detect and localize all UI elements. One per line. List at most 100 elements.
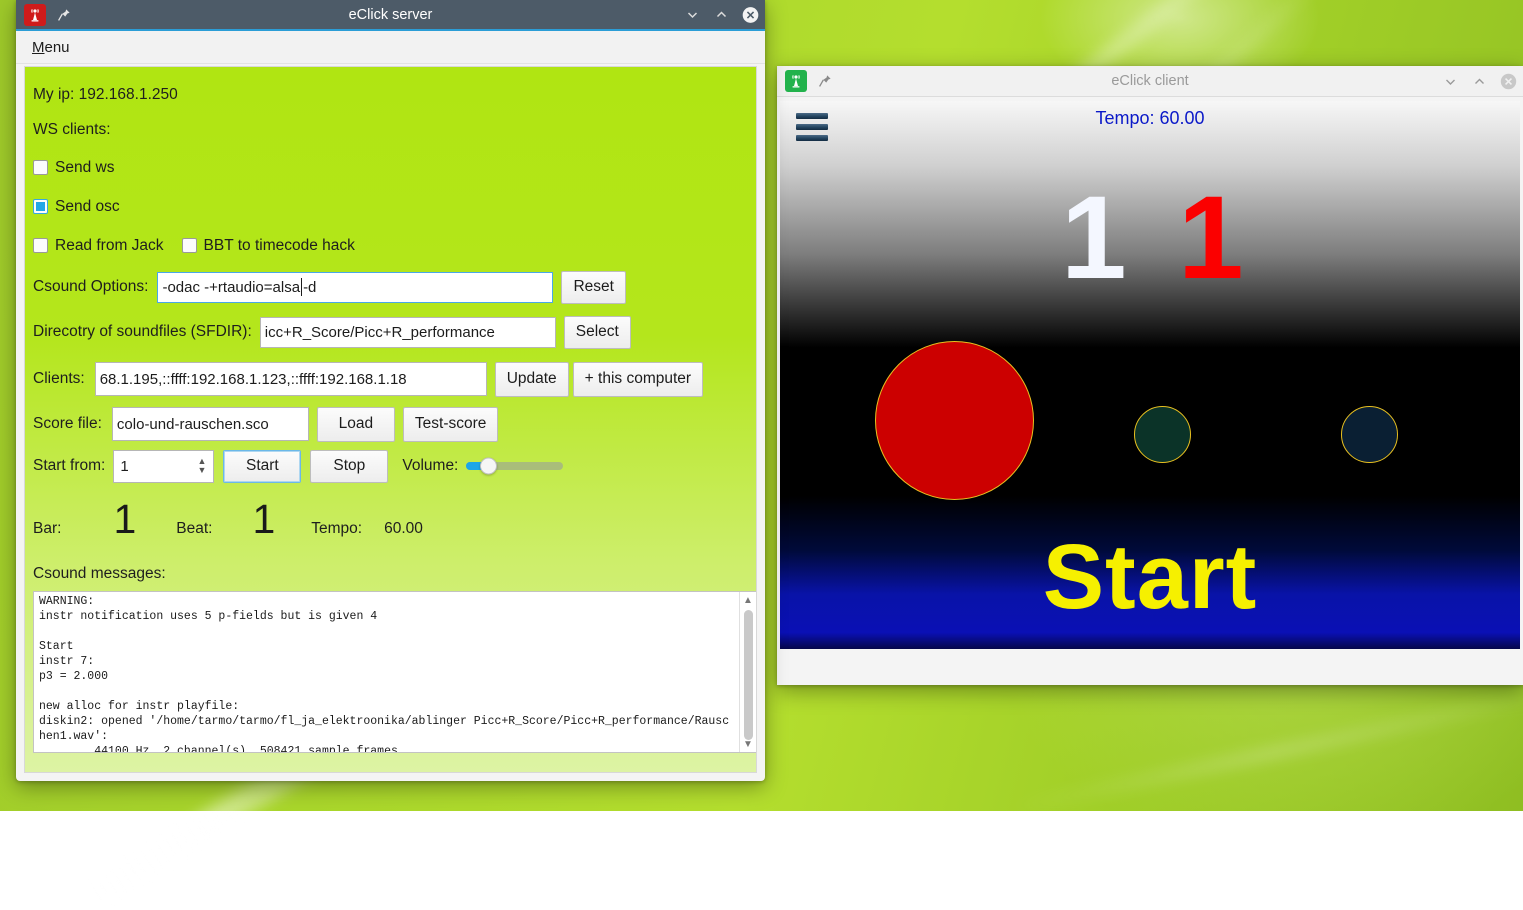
- checkbox-box[interactable]: [33, 199, 48, 214]
- checkbox-box[interactable]: [182, 238, 197, 253]
- sfdir-input[interactable]: icc+R_Score/Picc+R_performance: [260, 317, 556, 348]
- ws-clients-row: WS clients:: [33, 111, 756, 148]
- checkbox-label: Read from Jack: [55, 237, 164, 255]
- select-directory-button[interactable]: Select: [564, 316, 631, 349]
- score-file-input[interactable]: colo-und-rauschen.sco: [112, 407, 309, 441]
- chevron-up-icon[interactable]: ▲: [740, 592, 756, 608]
- clients-input[interactable]: 68.1.195,::ffff:192.168.1.123,::ffff:192…: [95, 362, 487, 396]
- checkbox-bbt-timecode[interactable]: BBT to timecode hack: [182, 237, 355, 255]
- csound-options-row: Csound Options: -odac -+rtaudio=alsa -d …: [33, 265, 756, 309]
- scrollbar-thumb[interactable]: [744, 610, 753, 740]
- client-titlebar[interactable]: eClick client: [777, 66, 1523, 97]
- close-button[interactable]: [742, 6, 759, 23]
- indicator-active: [875, 341, 1034, 500]
- add-this-computer-button[interactable]: + this computer: [573, 362, 703, 397]
- bar-value: 1: [113, 499, 136, 540]
- checkbox-label: Send osc: [55, 198, 120, 216]
- stepper-arrows[interactable]: ▲ ▼: [197, 458, 206, 474]
- csound-options-input[interactable]: -odac -+rtaudio=alsa -d: [157, 272, 553, 303]
- hamburger-bar: [796, 135, 828, 141]
- chevron-down-icon[interactable]: ▼: [197, 467, 206, 474]
- transport-row: Start from: 1 ▲ ▼ Start Stop Volume:: [33, 445, 756, 487]
- server-window[interactable]: eClick server Menu My ip: 192.168.1.250: [16, 0, 765, 781]
- tempo-label: Tempo:: [311, 520, 362, 538]
- checkbox-read-from-jack[interactable]: Read from Jack: [33, 237, 164, 255]
- start-from-stepper[interactable]: 1 ▲ ▼: [113, 450, 214, 483]
- start-button[interactable]: Start: [223, 450, 301, 483]
- indicator-inactive: [1341, 406, 1398, 463]
- pin-icon[interactable]: [56, 7, 72, 23]
- menu-label-rest: enu: [45, 39, 70, 56]
- start-from-label: Start from:: [33, 457, 105, 475]
- minimize-button[interactable]: [684, 6, 701, 23]
- client-window-controls[interactable]: [1442, 73, 1517, 90]
- broadcast-tower-icon: [24, 4, 46, 26]
- test-score-button[interactable]: Test-score: [403, 407, 499, 442]
- my-ip-label: My ip: 192.168.1.250: [33, 86, 178, 104]
- server-window-controls[interactable]: [684, 6, 759, 23]
- client-footer: [777, 652, 1523, 685]
- server-window-title: eClick server: [16, 7, 765, 23]
- bar-beat-tempo-readout: Bar: 1 Beat: 1 Tempo: 60.00: [33, 499, 756, 547]
- client-window-title: eClick client: [777, 73, 1523, 89]
- client-start-overlay[interactable]: Start: [780, 531, 1520, 623]
- sfdir-label: Direcotry of soundfiles (SFDIR):: [33, 323, 252, 341]
- volume-label: Volume:: [402, 457, 458, 475]
- tempo-value: 60.00: [384, 520, 423, 538]
- csound-messages-label: Csound messages:: [33, 565, 756, 583]
- start-from-value: 1: [120, 458, 128, 475]
- client-window[interactable]: eClick client Tempo: 60.00 1: [777, 66, 1523, 685]
- broadcast-tower-icon: [785, 70, 807, 92]
- close-button[interactable]: [1500, 73, 1517, 90]
- checkbox-label: Send ws: [55, 159, 114, 177]
- server-menubar[interactable]: Menu: [16, 31, 765, 64]
- csound-messages-scrollbar[interactable]: ▲ ▼: [739, 592, 756, 752]
- checkbox-box[interactable]: [33, 160, 48, 175]
- checkbox-label: BBT to timecode hack: [204, 237, 355, 255]
- client-tempo-readout: Tempo: 60.00: [780, 108, 1520, 129]
- bar-label: Bar:: [33, 520, 61, 538]
- sfdir-value: icc+R_Score/Picc+R_performance: [265, 324, 495, 341]
- csound-messages-box[interactable]: WARNING: instr notification uses 5 p-fie…: [33, 591, 757, 753]
- my-ip-row: My ip: 192.168.1.250: [33, 79, 756, 111]
- checkbox-send-ws[interactable]: Send ws: [33, 159, 114, 177]
- client-display-canvas[interactable]: Tempo: 60.00 1 1 Start: [780, 101, 1520, 649]
- load-score-button[interactable]: Load: [317, 407, 395, 442]
- server-titlebar[interactable]: eClick server: [16, 0, 765, 31]
- client-bar-digit: 1: [1061, 179, 1127, 297]
- checkbox-send-osc[interactable]: Send osc: [33, 198, 120, 216]
- chevron-up-icon[interactable]: ▲: [197, 458, 206, 465]
- send-osc-row[interactable]: Send osc: [33, 187, 756, 226]
- minimize-button[interactable]: [1442, 73, 1459, 90]
- jack-row[interactable]: Read from Jack BBT to timecode hack: [33, 226, 756, 265]
- pin-icon[interactable]: [817, 73, 833, 89]
- csound-messages-text: WARNING: instr notification uses 5 p-fie…: [39, 594, 734, 753]
- reset-button[interactable]: Reset: [561, 271, 626, 304]
- send-ws-row[interactable]: Send ws: [33, 148, 756, 187]
- volume-slider[interactable]: [466, 462, 563, 470]
- beat-value: 1: [252, 499, 275, 540]
- text-caret: [301, 278, 302, 296]
- beat-label: Beat:: [176, 520, 212, 538]
- stop-button[interactable]: Stop: [310, 450, 388, 483]
- csound-options-value-before-caret: -odac -+rtaudio=alsa: [162, 279, 300, 296]
- clients-label: Clients:: [33, 370, 85, 388]
- menu-button[interactable]: Menu: [29, 37, 73, 58]
- csound-options-value-after-caret: -d: [303, 279, 316, 296]
- client-beat-digit: 1: [1178, 179, 1244, 297]
- maximize-button[interactable]: [1471, 73, 1488, 90]
- wallpaper-streak: [1005, 678, 1523, 816]
- update-clients-button[interactable]: Update: [495, 362, 569, 397]
- sfdir-row: Direcotry of soundfiles (SFDIR): icc+R_S…: [33, 309, 756, 355]
- clients-row: Clients: 68.1.195,::ffff:192.168.1.123,:…: [33, 355, 756, 403]
- clients-value: 68.1.195,::ffff:192.168.1.123,::ffff:192…: [100, 371, 407, 388]
- score-file-row: Score file: colo-und-rauschen.sco Load T…: [33, 403, 756, 445]
- server-form-panel: My ip: 192.168.1.250 WS clients: Send ws…: [24, 66, 757, 773]
- maximize-button[interactable]: [713, 6, 730, 23]
- volume-slider-knob[interactable]: [480, 458, 497, 475]
- checkbox-box[interactable]: [33, 238, 48, 253]
- score-file-label: Score file:: [33, 415, 102, 433]
- csound-options-label: Csound Options:: [33, 278, 148, 296]
- chevron-down-icon[interactable]: ▼: [740, 736, 756, 752]
- menu-mnemonic: M: [32, 39, 45, 56]
